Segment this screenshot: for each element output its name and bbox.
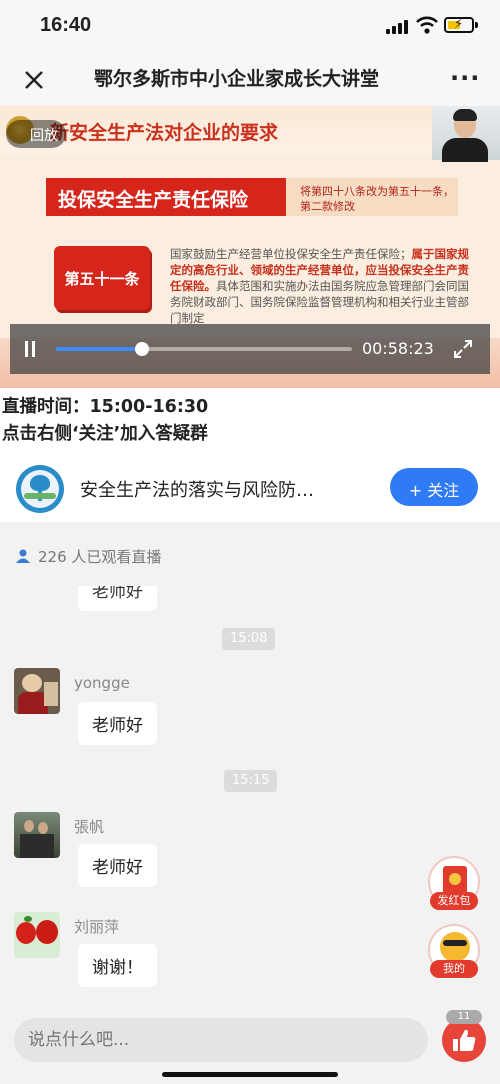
page-title: 鄂尔多斯市中小企业家成长大讲堂 — [94, 68, 380, 90]
avatar[interactable] — [14, 912, 60, 958]
mine-label: 我的 — [430, 960, 478, 978]
channel-bar: 安全生产法的落实与风险防… + 关注 — [0, 456, 500, 522]
player-controls: 00:58:23 — [10, 324, 490, 374]
cellular-signal-icon — [386, 18, 412, 34]
elapsed-time: 00:58:23 — [362, 339, 434, 358]
avatar[interactable] — [14, 668, 60, 714]
live-time-text: 直播时间：15:00-16:30 — [2, 397, 209, 417]
time-tag: 15:08 — [222, 628, 276, 650]
slide-banner-title: 投保安全生产责任保险 — [46, 178, 286, 216]
presenter-camera — [432, 106, 500, 162]
article-label: 第五十一条 — [54, 246, 150, 310]
comment-input[interactable] — [14, 1018, 428, 1062]
thumbs-up-icon — [453, 1029, 476, 1051]
sender-name: 張帆 — [74, 818, 105, 836]
person-icon — [16, 549, 30, 563]
follow-button[interactable]: + 关注 — [390, 468, 478, 506]
red-packet-label: 发红包 — [430, 892, 478, 910]
chat-bubble: 谢谢！ — [78, 944, 157, 987]
avatar[interactable] — [14, 812, 60, 858]
chat-bubble: 老师好 — [78, 586, 157, 611]
chat-bubble: 老师好 — [78, 702, 157, 745]
article-text-part1: 国家鼓励生产经营单位投保安全生产责任保险； — [170, 247, 412, 261]
progress-track[interactable] — [56, 342, 352, 356]
channel-logo[interactable] — [16, 465, 64, 513]
replay-badge: 回放 — [6, 120, 66, 148]
sender-name: 刘丽萍 — [74, 918, 120, 936]
wifi-icon — [416, 16, 438, 34]
live-description: 直播时间：15:00-16:30 点击右侧‘关注’加入答疑群 — [0, 388, 500, 456]
chat-list[interactable]: 老师好 15:08 yongge 老师好 15:15 張帆 老师好 刘丽萍 谢谢… — [0, 586, 500, 1006]
status-time: 16:40 — [40, 14, 92, 36]
pause-icon[interactable] — [24, 341, 36, 357]
mine-avatar-icon — [440, 932, 470, 962]
viewer-count-text: 226 人已观看直播 — [38, 548, 162, 566]
progress-fill — [56, 347, 142, 351]
status-bar: 16:40 ⚡ — [0, 0, 500, 52]
bottom-bar: 11 — [0, 1006, 500, 1084]
channel-name[interactable]: 安全生产法的落实与风险防… — [80, 476, 370, 502]
article-text: 国家鼓励生产经营单位投保安全生产责任保险；属于国家规定的高危行业、领域的生产经营… — [170, 246, 472, 326]
progress-thumb[interactable] — [134, 342, 149, 356]
fullscreen-icon[interactable] — [452, 338, 474, 360]
time-tag: 15:15 — [224, 770, 278, 792]
title-bar: 鄂尔多斯市中小企业家成长大讲堂 ··· — [0, 52, 500, 106]
video-player[interactable]: 新安全生产法对企业的要求 回放 投保安全生产责任保险 将第四十八条改为第五十一条… — [0, 106, 500, 388]
like-button[interactable] — [442, 1018, 486, 1062]
slide-banner-note: 将第四十八条改为第五十一条，第二款修改 — [300, 185, 454, 213]
battery-cap — [475, 22, 478, 28]
home-indicator — [162, 1072, 338, 1077]
red-packet-button[interactable]: 发红包 — [426, 856, 482, 916]
mine-button[interactable]: 我的 — [426, 924, 482, 984]
like-count: 11 — [446, 1010, 482, 1024]
more-options-icon[interactable]: ··· — [450, 64, 480, 92]
close-icon[interactable] — [18, 64, 50, 96]
sender-name: yongge — [74, 674, 130, 692]
battery-icon: ⚡ — [444, 17, 474, 33]
viewer-count: 226 人已观看直播 — [0, 522, 500, 586]
follow-hint-text: 点击右侧‘关注’加入答疑群 — [2, 424, 208, 444]
chat-bubble: 老师好 — [78, 844, 157, 887]
slide-title: 新安全生产法对企业的要求 — [50, 122, 279, 144]
